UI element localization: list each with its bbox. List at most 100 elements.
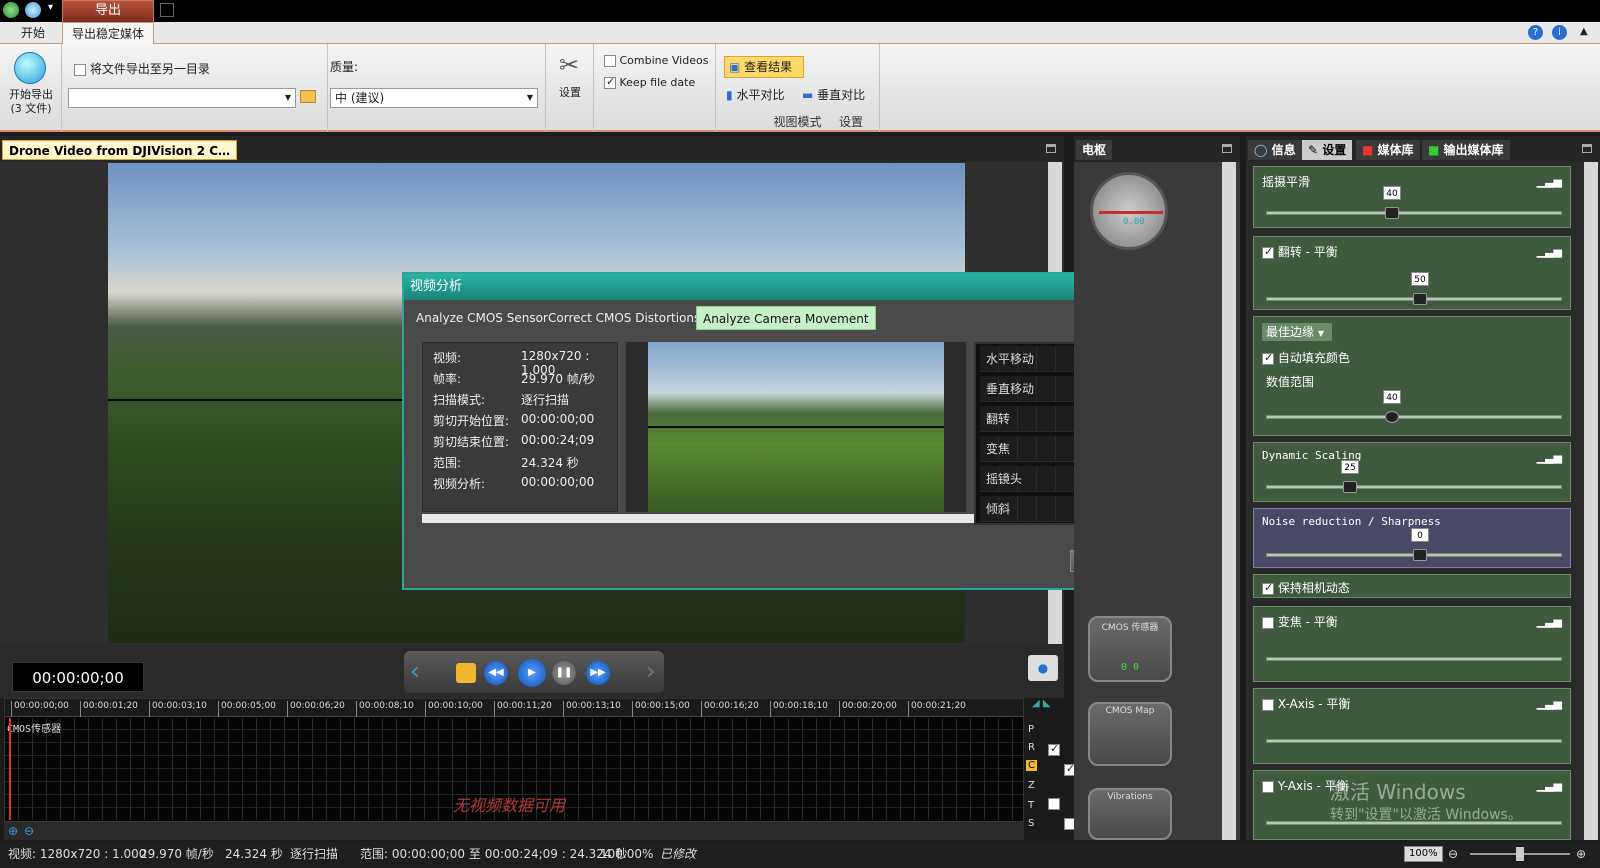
export-other-dir-checkbox[interactable]	[74, 63, 86, 76]
keep-motion-checkbox[interactable]	[1262, 581, 1274, 595]
dynamic-scaling-slider[interactable]: 25	[1266, 460, 1562, 493]
maximize-icon[interactable]	[1222, 144, 1232, 153]
cmos-sensor-card[interactable]: CMOS 传感器 0 0	[1088, 616, 1172, 682]
vibrations-card[interactable]: Vibrations	[1088, 788, 1172, 840]
timeline[interactable]: 00:00:00;00 00:00:01;20 00:00:03;10 00:0…	[4, 698, 1024, 822]
timeline-tick: 00:00:21;20	[908, 701, 966, 717]
globe-icon[interactable]	[25, 2, 41, 18]
chevron-down-icon: ▼	[1317, 329, 1324, 338]
chart-bars-icon[interactable]: ▁▃▅	[1537, 779, 1562, 792]
info-row: 扫描模式: 逐行扫描	[433, 393, 570, 407]
prev-chevron-icon[interactable]: ‹	[410, 657, 420, 685]
track-letter[interactable]: C	[1026, 760, 1037, 771]
record-icon[interactable]: ●	[1028, 655, 1058, 681]
tab-settings[interactable]: ✎ 设置	[1302, 140, 1353, 160]
zoom-checkbox[interactable]	[1262, 616, 1274, 629]
pause-icon[interactable]: ❚❚	[552, 661, 576, 685]
zoom-percent-box[interactable]: 100%	[1404, 846, 1443, 862]
start-export-icon[interactable]	[14, 52, 46, 84]
roll-slider[interactable]: 50	[1266, 272, 1562, 305]
slider-knob[interactable]: 40	[1383, 186, 1401, 219]
roll-checkbox[interactable]	[1262, 245, 1274, 259]
slider-knob[interactable]: 50	[1411, 272, 1429, 305]
preview-thumbnail	[626, 342, 966, 512]
track-arrows-icon[interactable]: ◢ ◣	[1032, 698, 1051, 709]
track-letter: Z	[1028, 780, 1035, 791]
export-path-combo[interactable]: ▼	[68, 88, 296, 108]
tab-start[interactable]: 开始	[8, 22, 58, 44]
settings-scrollbar[interactable]	[1584, 162, 1598, 840]
zoom-out-icon[interactable]: ⊖	[24, 824, 34, 838]
slider-knob[interactable]: 25	[1341, 460, 1359, 493]
view-results-button[interactable]: ▣ 查看结果	[724, 56, 804, 78]
status-scan: 逐行扫描	[290, 847, 339, 861]
zoom-slider[interactable]	[1470, 847, 1570, 861]
timeline-tick: 00:00:05;00	[218, 701, 276, 717]
chart-bars-icon[interactable]: ▁▃▅	[1537, 245, 1562, 258]
tab-export-stabilized[interactable]: 导出稳定媒体	[62, 22, 154, 44]
tab-media[interactable]: ■ 媒体库	[1356, 140, 1420, 160]
video-title-tab[interactable]: Drone Video from DJIVision 2 C…	[2, 140, 238, 160]
chart-bars-icon[interactable]: ▁▃▅	[1537, 615, 1562, 628]
timeline-tracks[interactable]: CMOS传感器 无视频数据可用	[5, 718, 1023, 820]
zoom-in-icon[interactable]: ⊕	[1576, 842, 1586, 866]
folder-icon[interactable]	[300, 90, 316, 103]
status-bar: 视频: 1280x720 : 1.000 29.970 帧/秒 24.324 秒…	[0, 842, 1600, 868]
tab-output-media[interactable]: ■ 输出媒体库	[1422, 140, 1510, 160]
loop-icon[interactable]	[456, 663, 476, 683]
cmos-map-card[interactable]: CMOS Map	[1088, 702, 1172, 766]
y-axis-checkbox[interactable]	[1262, 780, 1274, 793]
skip-back-icon[interactable]: ◀◀	[484, 661, 508, 685]
tab-analyze-camera[interactable]: Analyze Camera Movement	[696, 306, 876, 330]
timeline-ruler[interactable]: 00:00:00;00 00:00:01;20 00:00:03;10 00:0…	[5, 699, 1023, 717]
tab-analyze-cmos[interactable]: Analyze CMOS Sensor	[410, 306, 554, 330]
zoom-slider-knob[interactable]	[1516, 847, 1524, 861]
view-mode-group: ▣ 查看结果 ▮ 水平对比 ▬ 垂直对比 视图模式	[716, 44, 880, 132]
next-chevron-icon[interactable]: ›	[646, 657, 656, 685]
tab-export[interactable]: 导出	[62, 0, 154, 22]
maximize-icon[interactable]	[1046, 144, 1056, 153]
noise-slider[interactable]: 0	[1266, 528, 1562, 561]
slider-knob[interactable]: 40	[1383, 390, 1401, 423]
status-modified: 已修改	[660, 847, 697, 861]
zoom-out-icon[interactable]: ⊖	[1448, 842, 1458, 866]
chart-bars-icon[interactable]: ▁▃▅	[1537, 451, 1562, 464]
play-icon[interactable]: ▶	[518, 659, 546, 687]
app-icon[interactable]	[3, 2, 19, 18]
track-r-checkbox[interactable]	[1048, 742, 1060, 756]
value-range-slider[interactable]: 40	[1266, 390, 1562, 423]
tab-info[interactable]: ◯ 信息	[1248, 140, 1302, 160]
shake-smooth-slider[interactable]: 40	[1266, 186, 1562, 219]
combine-videos-checkbox[interactable]	[604, 55, 616, 67]
zoom-in-icon[interactable]: ⊕	[8, 824, 18, 838]
playhead[interactable]	[9, 718, 11, 820]
tools-icon[interactable]: ✂	[554, 50, 584, 80]
quick-access-dropdown-icon[interactable]: ▾	[48, 2, 53, 13]
help-icon[interactable]: ?	[1528, 25, 1543, 40]
chart-bars-icon[interactable]: ▁▃▅	[1537, 175, 1562, 188]
quality-select[interactable]: 中 (建议) ▼	[330, 88, 538, 108]
horizontal-compare-button[interactable]: ▮ 水平对比	[726, 86, 784, 103]
collapse-ribbon-icon[interactable]: ▲	[1580, 26, 1588, 37]
vertical-compare-button[interactable]: ▬ 垂直对比	[802, 86, 865, 103]
skip-forward-icon[interactable]: ▶▶	[586, 661, 610, 685]
film-icon[interactable]	[160, 3, 174, 17]
track-z-checkbox[interactable]	[1048, 797, 1060, 810]
horizon-line	[108, 399, 408, 401]
maximize-icon[interactable]	[1582, 144, 1592, 153]
shake-smooth-block: 摇摄平滑 ▁▃▅ 40	[1253, 166, 1571, 228]
zoom-slider[interactable]	[1266, 657, 1562, 661]
settings-button-group: ✂ 设置	[546, 44, 594, 132]
keep-file-date-checkbox[interactable]	[604, 75, 616, 89]
chart-bars-icon[interactable]: ▁▃▅	[1537, 697, 1562, 710]
tab-correct-cmos[interactable]: Correct CMOS Distortions	[542, 306, 706, 330]
info-icon[interactable]: i	[1552, 25, 1567, 40]
shake-smooth-label: 摇摄平滑	[1262, 175, 1311, 189]
x-axis-slider[interactable]	[1266, 739, 1562, 743]
settings-button[interactable]: 设置	[546, 84, 594, 100]
x-axis-checkbox[interactable]	[1262, 698, 1274, 711]
dashboard-scrollbar[interactable]	[1222, 162, 1236, 840]
edge-mode-select[interactable]: 最佳边缘 ▼	[1262, 323, 1332, 341]
slider-knob[interactable]: 0	[1411, 528, 1429, 561]
auto-fill-checkbox[interactable]	[1262, 351, 1274, 365]
